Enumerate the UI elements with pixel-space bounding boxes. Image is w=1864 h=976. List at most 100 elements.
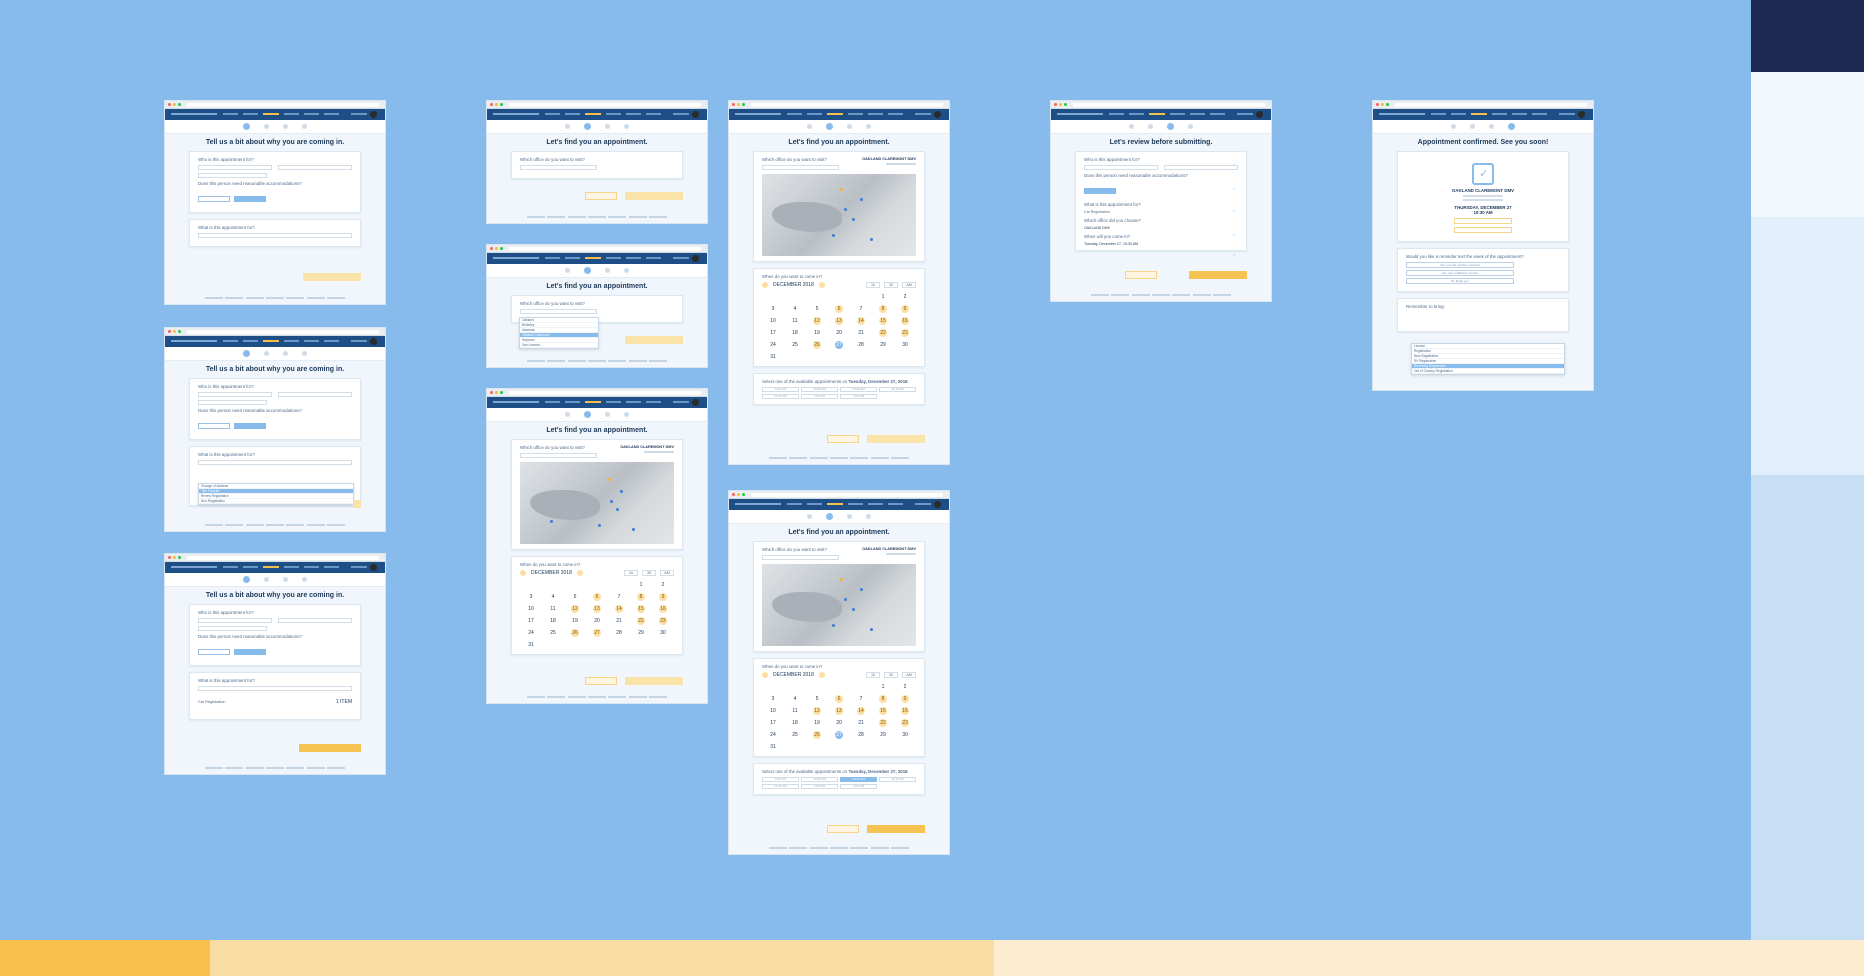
edit-check-icon[interactable]: ✓ — [1233, 162, 1236, 167]
calendar-day[interactable]: 1 — [872, 293, 894, 301]
avatar[interactable] — [1256, 111, 1263, 118]
last-name-input[interactable] — [278, 618, 352, 623]
calendar-day[interactable]: 25 — [784, 341, 806, 349]
time-slot-button[interactable]: 10:00 AM — [801, 387, 838, 392]
calendar-day[interactable]: 30 — [894, 341, 916, 349]
dob-input[interactable] — [198, 400, 268, 405]
reason-select[interactable] — [198, 233, 352, 238]
office-dropdown[interactable]: Oakland Berkeley Alameda Oakland Claremo… — [519, 317, 599, 349]
time-slot-button[interactable]: 1:30 PM — [801, 784, 838, 789]
calendar-day[interactable]: 23 — [659, 617, 667, 625]
calendar-day[interactable]: 17 — [762, 329, 784, 337]
get-directions-button[interactable] — [1454, 227, 1512, 233]
calendar-day[interactable]: 18 — [784, 719, 806, 727]
calendar-day[interactable]: 12 — [571, 605, 579, 613]
calendar-day[interactable]: 20 — [828, 719, 850, 727]
calendar-day[interactable]: 9 — [901, 305, 909, 313]
avatar[interactable] — [692, 399, 699, 406]
calendar-day[interactable]: 27 — [593, 629, 601, 637]
ampm-select[interactable]: AM — [660, 570, 674, 576]
calendar-day[interactable]: 28 — [850, 341, 872, 349]
edit-check-icon[interactable]: ✓ — [1233, 252, 1236, 257]
calendar-day[interactable]: 19 — [564, 617, 586, 625]
next-button[interactable] — [303, 273, 361, 281]
avatar[interactable] — [1578, 111, 1585, 118]
time-slot-button[interactable]: 11:45 AM — [879, 387, 916, 392]
calendar-day[interactable]: 3 — [762, 695, 784, 703]
time-slot-button[interactable]: 10:00 AM — [801, 777, 838, 782]
avatar[interactable] — [692, 111, 699, 118]
no-button[interactable] — [234, 196, 266, 202]
calendar-day[interactable]: 26 — [813, 341, 821, 349]
last-name-input[interactable] — [278, 165, 352, 170]
calendar-day[interactable]: 18 — [542, 617, 564, 625]
calendar-day[interactable]: 24 — [762, 731, 784, 739]
calendar-day[interactable]: 24 — [520, 629, 542, 637]
calendar-day[interactable]: 31 — [762, 353, 784, 361]
calendar-day[interactable]: 30 — [652, 629, 674, 637]
office-select[interactable] — [520, 165, 597, 170]
next-button[interactable] — [625, 192, 683, 200]
calendar-day[interactable]: 4 — [784, 695, 806, 703]
calendar-day[interactable]: 27 — [835, 341, 843, 349]
calendar-day[interactable]: 31 — [762, 743, 784, 751]
calendar-day[interactable]: 21 — [608, 617, 630, 625]
calendar-day[interactable]: 16 — [901, 707, 909, 715]
calendar-day[interactable]: 21 — [850, 719, 872, 727]
calendar-day[interactable]: 25 — [784, 731, 806, 739]
add-to-calendar-button[interactable] — [1454, 218, 1512, 224]
office-select[interactable] — [762, 165, 839, 170]
last-name-input[interactable] — [278, 392, 352, 397]
calendar-day[interactable]: 20 — [586, 617, 608, 625]
calendar-day[interactable]: 8 — [879, 305, 887, 313]
calendar-day[interactable]: 23 — [901, 329, 909, 337]
calendar-day[interactable]: 10 — [520, 605, 542, 613]
calendar-day[interactable]: 2 — [894, 293, 916, 301]
calendar-day[interactable]: 14 — [857, 707, 865, 715]
reminder-option[interactable]: Yes, use the number I entered — [1406, 262, 1514, 268]
calendar-day[interactable]: 6 — [593, 593, 601, 601]
calendar-day[interactable]: 13 — [835, 707, 843, 715]
calendar-day[interactable]: 16 — [659, 605, 667, 613]
calendar-day[interactable]: 14 — [857, 317, 865, 325]
calendar-day[interactable]: 19 — [806, 329, 828, 337]
calendar-day[interactable]: 1 — [630, 581, 652, 589]
edit-check-icon[interactable]: ✓ — [1233, 232, 1236, 237]
back-button[interactable] — [827, 435, 859, 443]
calendar-day[interactable]: 7 — [850, 695, 872, 703]
calendar-day[interactable]: 3 — [762, 305, 784, 313]
calendar-day[interactable]: 13 — [835, 317, 843, 325]
time-slot-button[interactable]: 2:00 PM — [840, 394, 877, 399]
office-map[interactable] — [762, 564, 916, 646]
avatar[interactable] — [370, 111, 377, 118]
calendar-day[interactable]: 22 — [637, 617, 645, 625]
next-button[interactable] — [625, 336, 683, 344]
prev-month-button[interactable] — [762, 672, 768, 678]
calendar-day[interactable]: 12 — [813, 317, 821, 325]
time-slot-button[interactable]: 12:30 PM — [762, 784, 799, 789]
calendar-day[interactable]: 13 — [593, 605, 601, 613]
calendar-day[interactable]: 15 — [879, 317, 887, 325]
calendar-day[interactable]: 10 — [762, 317, 784, 325]
time-slot-button[interactable]: 11:45 AM — [879, 777, 916, 782]
calendar-day[interactable]: 14 — [615, 605, 623, 613]
calendar-day[interactable]: 4 — [542, 593, 564, 601]
minute-select[interactable]: 30 — [642, 570, 656, 576]
calendar-day[interactable]: 6 — [835, 305, 843, 313]
no-button[interactable] — [234, 649, 266, 655]
calendar-day[interactable]: 20 — [828, 329, 850, 337]
yes-button[interactable] — [198, 423, 230, 429]
reason-option[interactable]: Non-Registration — [199, 499, 353, 504]
prev-month-button[interactable] — [762, 282, 768, 288]
office-select[interactable] — [520, 309, 597, 314]
time-slot-button[interactable]: 1:30 PM — [801, 394, 838, 399]
dob-input[interactable] — [198, 173, 268, 178]
office-option[interactable]: San Leandro — [520, 343, 598, 348]
yes-button[interactable] — [198, 196, 230, 202]
calendar-day[interactable]: 22 — [879, 329, 887, 337]
back-button[interactable] — [827, 825, 859, 833]
reason-search-input[interactable] — [198, 686, 352, 691]
next-month-button[interactable] — [818, 282, 825, 288]
first-name-input[interactable] — [198, 165, 272, 170]
reminder-option[interactable]: No thank you — [1406, 278, 1514, 284]
